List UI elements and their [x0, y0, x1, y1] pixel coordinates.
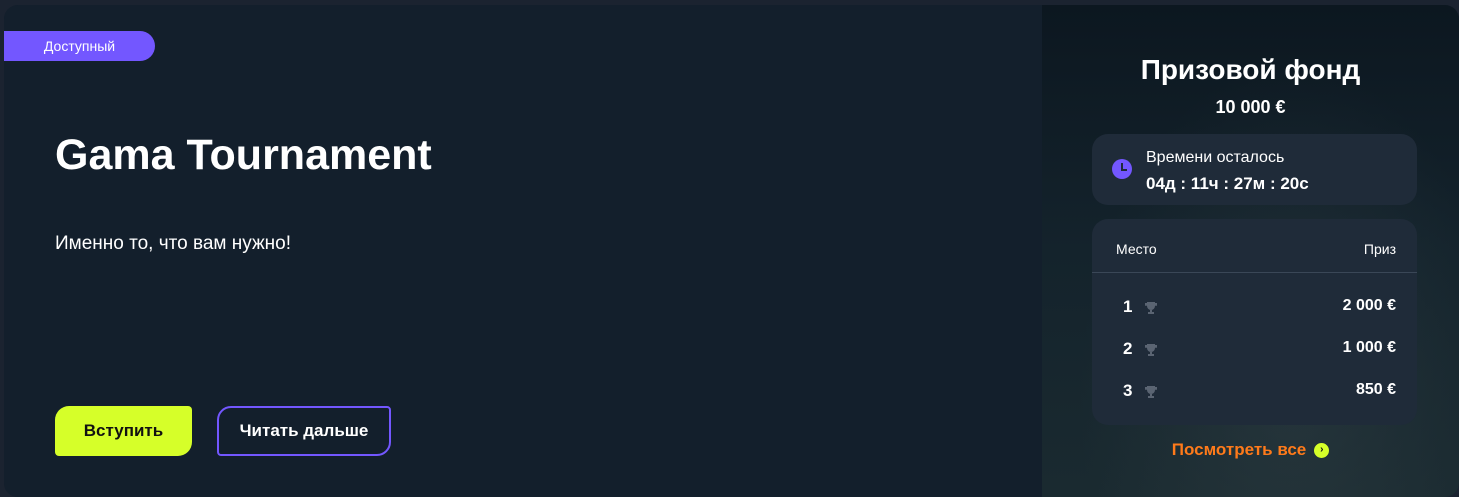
tournament-description: Именно то, что вам нужно! [55, 233, 292, 254]
prize-pool-amount: 10 000 € [1215, 97, 1286, 117]
trophy-icon [1145, 386, 1157, 398]
row-place: 2 [1123, 339, 1133, 358]
view-all-label: Посмотреть все [1171, 440, 1307, 459]
row-prize: 1 000 € [1342, 339, 1396, 356]
read-more-button[interactable]: Читать дальше [217, 406, 391, 456]
column-header-place: Место [1116, 241, 1157, 257]
trophy-icon [1145, 344, 1157, 356]
countdown-timer: Времени осталось 04д : 11ч : 27м : 20с [1092, 134, 1417, 205]
prize-pool-panel: Призовой фонд 10 000 € Времени осталось … [1042, 5, 1459, 497]
column-header-prize: Приз [1363, 241, 1396, 257]
chevron-right-icon: › [1314, 442, 1330, 458]
tournament-title: Gama Tournament [55, 131, 432, 179]
table-row: 1 2 000 € [1092, 297, 1417, 321]
row-prize: 2 000 € [1342, 297, 1396, 314]
table-row: 3 850 € [1092, 381, 1417, 405]
table-row: 2 1 000 € [1092, 339, 1417, 363]
join-button[interactable]: Вступить [55, 406, 192, 456]
row-place: 1 [1123, 297, 1133, 316]
clock-icon [1112, 159, 1132, 179]
prize-pool-title: Призовой фонд [1140, 54, 1361, 85]
status-badge: Доступный [4, 31, 155, 61]
tournament-card: Доступный Gama Tournament Именно то, что… [4, 5, 1459, 497]
timer-value: 04д : 11ч : 27м : 20с [1146, 174, 1309, 193]
prize-table: Место Приз 1 2 000 € 2 1 000 € 3 850 € [1092, 219, 1417, 425]
tournament-info-panel: Доступный Gama Tournament Именно то, что… [4, 5, 1042, 497]
view-all-link[interactable]: Посмотреть все › [1042, 440, 1459, 460]
timer-label: Времени осталось [1146, 149, 1285, 166]
trophy-icon [1145, 302, 1157, 314]
table-divider [1092, 272, 1417, 273]
row-prize: 850 € [1355, 381, 1396, 398]
row-place: 3 [1123, 381, 1133, 400]
